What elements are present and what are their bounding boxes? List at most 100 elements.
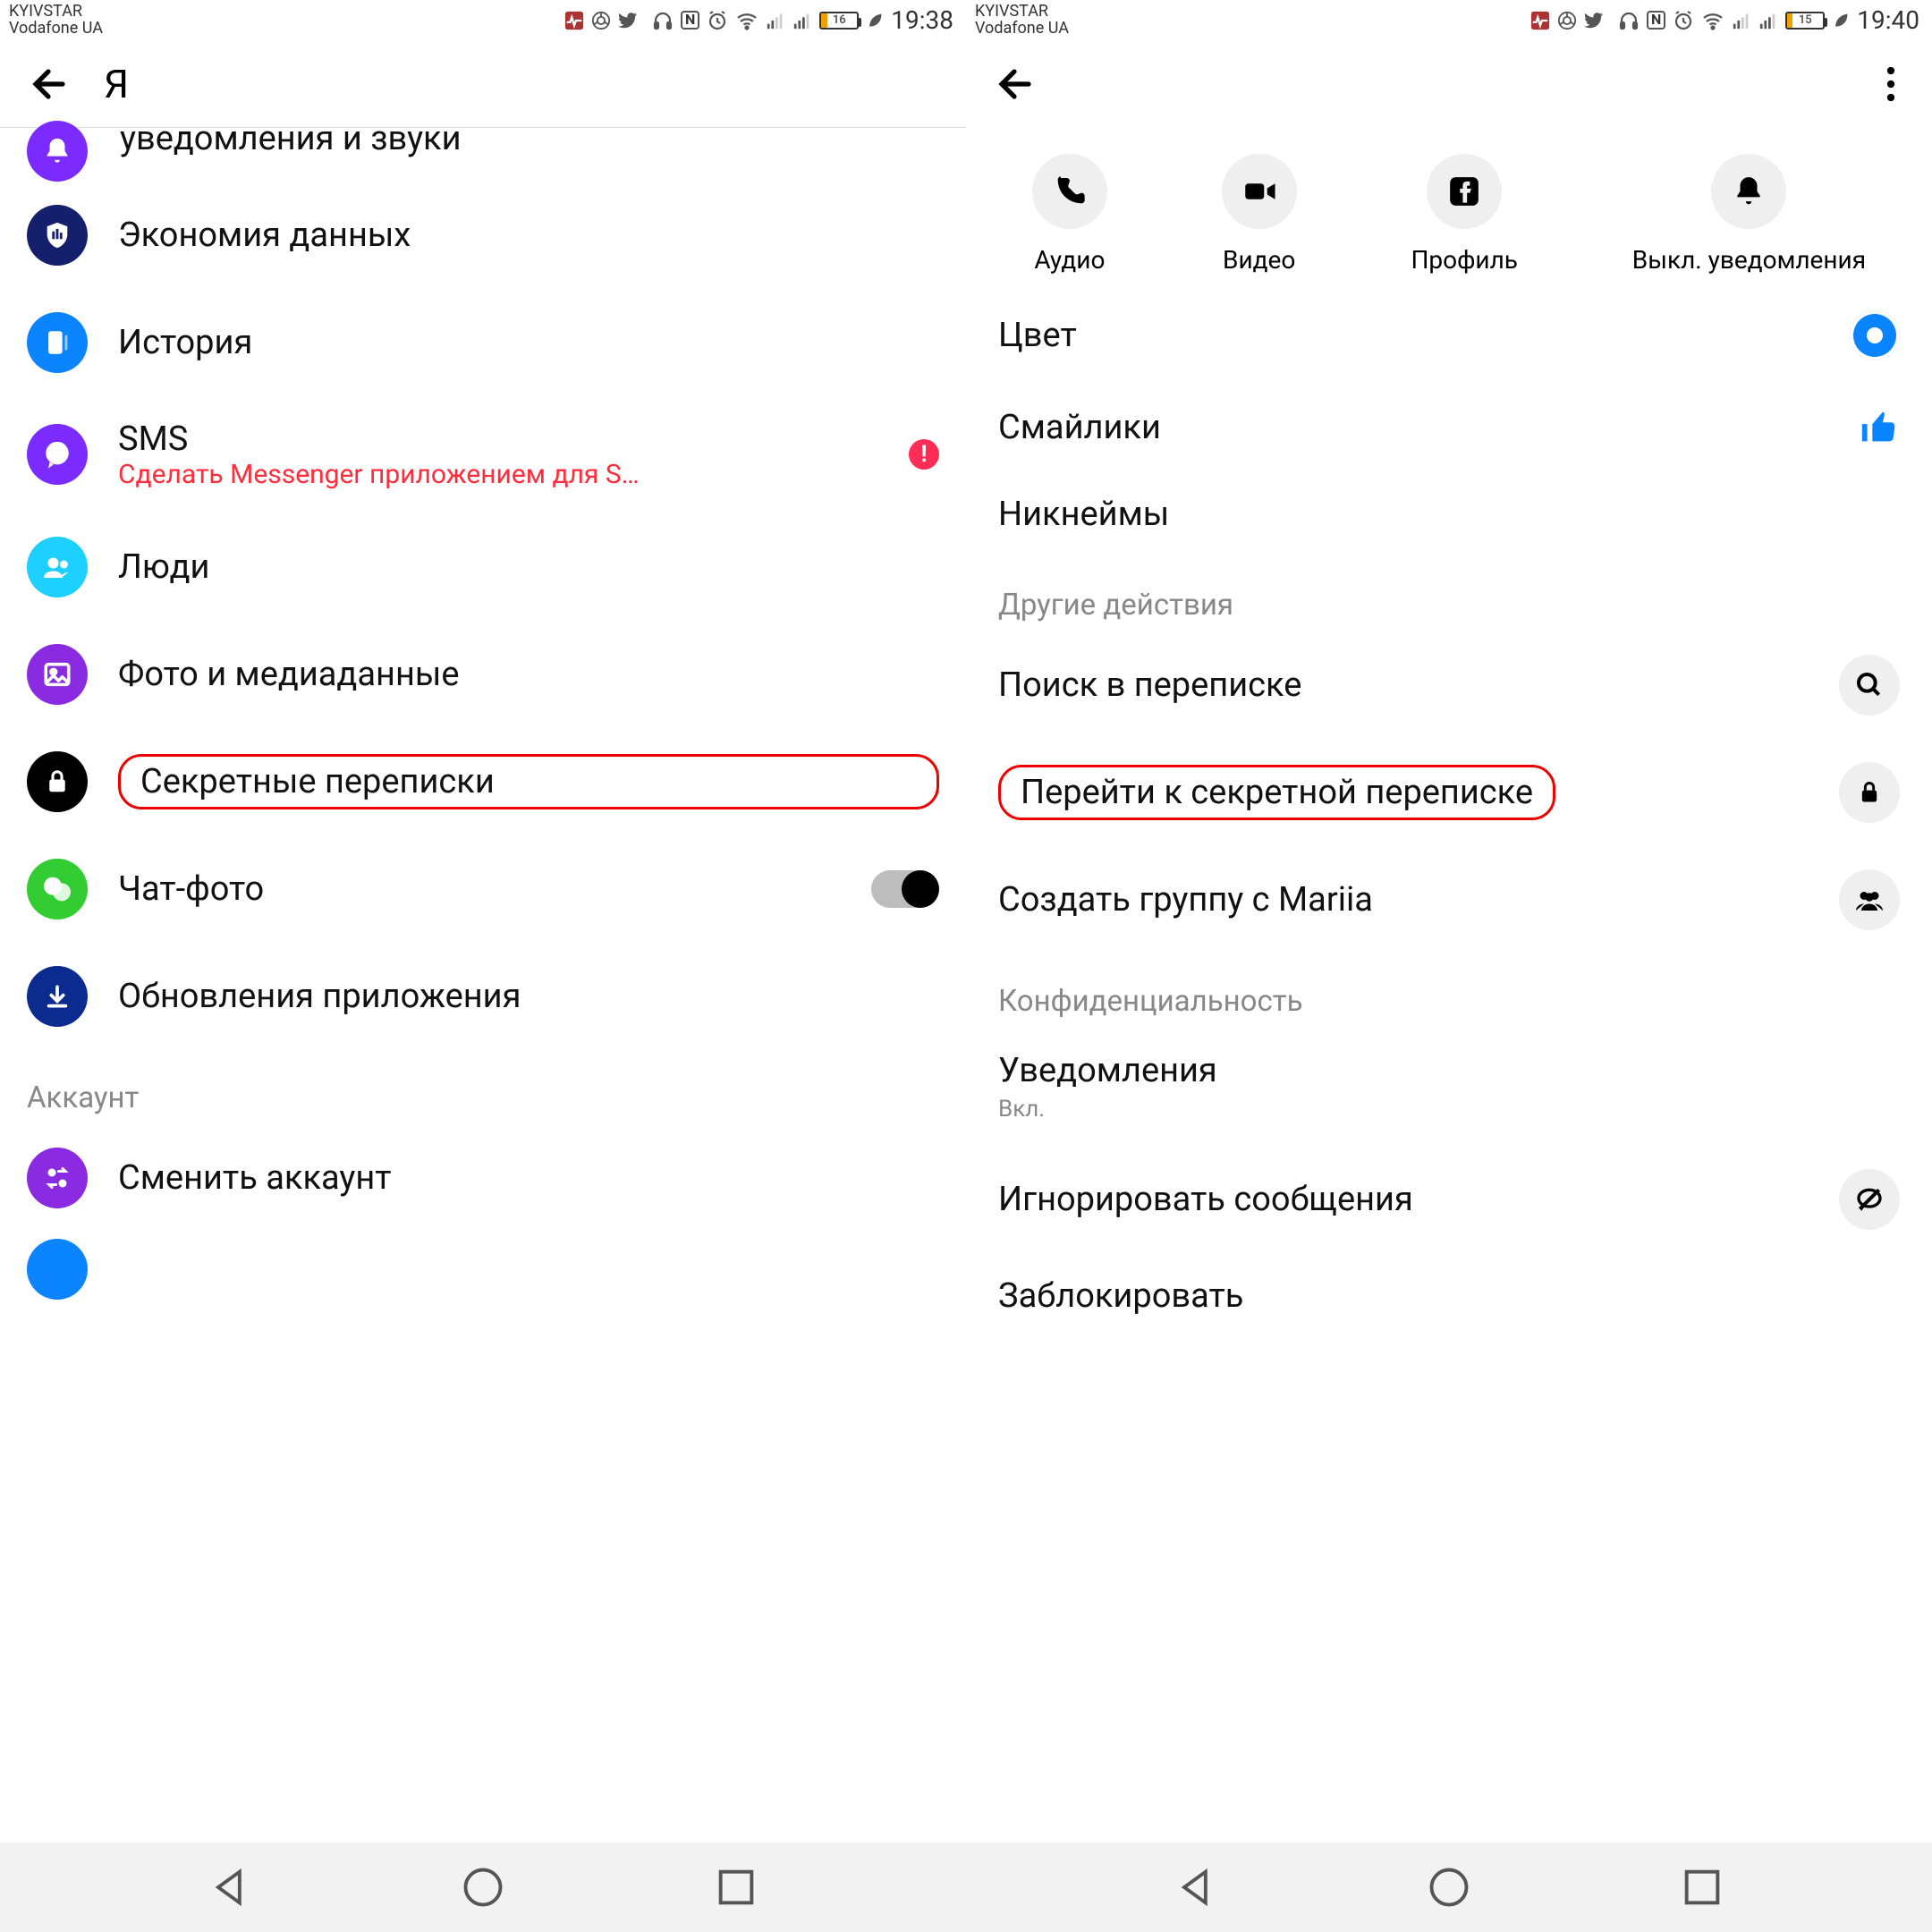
ignore-label: Игнорировать сообщения (998, 1180, 1413, 1219)
secret-chats-highlight: Секретные переписки (118, 754, 939, 809)
nav-back[interactable] (207, 1864, 253, 1911)
block-label: Заблокировать (998, 1276, 1243, 1316)
search-label: Поиск в переписке (998, 665, 1301, 705)
group-icon (1839, 869, 1900, 930)
audio-call-shortcut[interactable]: Аудио (1032, 154, 1107, 275)
people-icon (27, 537, 88, 597)
search-icon (1839, 655, 1900, 716)
wifi-icon (1701, 10, 1724, 31)
screen-settings: KYIVSTAR Vodafone UA N (0, 0, 966, 1843)
switch-icon (27, 1148, 88, 1208)
more-button[interactable] (1871, 66, 1911, 102)
screen-conversation-details: KYIVSTAR Vodafone UA N (966, 0, 1932, 1843)
switch-account-label: Сменить аккаунт (118, 1158, 939, 1198)
status-bar: KYIVSTAR Vodafone UA N (966, 0, 1932, 41)
sms-sub: Сделать Messenger приложением для S… (118, 459, 878, 490)
back-button[interactable] (21, 59, 79, 109)
ignore-icon (1839, 1169, 1900, 1230)
photos-label: Фото и медиаданные (118, 655, 939, 694)
sms-bubble-icon (27, 424, 88, 485)
lock-icon (27, 751, 88, 812)
section-privacy: Конфиденциальность (966, 953, 1932, 1028)
people-label: Люди (118, 547, 939, 587)
search-conversation-item[interactable]: Поиск в переписке (966, 631, 1932, 739)
alarm-icon (1673, 10, 1694, 31)
bell-icon (1711, 154, 1786, 229)
history-label: История (118, 323, 939, 362)
partial-icon (27, 1239, 88, 1300)
heartrate-icon (1530, 11, 1550, 30)
go-secret-item[interactable]: Перейти к секретной переписке (966, 739, 1932, 846)
section-account: Аккаунт (0, 1050, 966, 1124)
alert-icon: ! (909, 439, 939, 470)
thumbs-up-icon (1859, 407, 1900, 448)
video-call-shortcut[interactable]: Видео (1222, 154, 1297, 275)
go-secret-label: Перейти к секретной переписке (1021, 773, 1533, 812)
emoji-item[interactable]: Смайлики (966, 384, 1932, 471)
partial-item[interactable] (0, 1232, 966, 1323)
sms-item[interactable]: SMS Сделать Messenger приложением для S…… (0, 396, 966, 513)
battery-icon: 16 (819, 12, 859, 30)
mute-label: Выкл. уведомления (1632, 245, 1866, 275)
twitter-icon (1584, 11, 1604, 30)
app-updates-item[interactable]: Обновления приложения (0, 943, 966, 1050)
color-item[interactable]: Цвет (966, 287, 1932, 384)
nav-home[interactable] (460, 1864, 506, 1911)
create-group-item[interactable]: Создать группу с Mariia (966, 846, 1932, 953)
status-time: 19:38 (891, 7, 953, 33)
chat-heads-toggle[interactable] (871, 870, 939, 908)
notifications-item-cut[interactable]: уведомления и звуки (0, 127, 966, 182)
block-item[interactable]: Заблокировать (966, 1253, 1932, 1339)
chat-heads-item[interactable]: Чат-фото (0, 835, 966, 943)
notifications-sub: Вкл. (998, 1096, 1217, 1123)
section-other: Другие действия (966, 557, 1932, 631)
secret-chats-item[interactable]: Секретные переписки (0, 728, 966, 835)
photos-item[interactable]: Фото и медиаданные (0, 621, 966, 728)
leaf-icon (1832, 12, 1850, 30)
story-icon (27, 312, 88, 373)
system-navigation (0, 1843, 1932, 1932)
nav-recents[interactable] (1679, 1864, 1725, 1911)
nav-back[interactable] (1173, 1864, 1219, 1911)
shield-icon (27, 205, 88, 266)
ignore-item[interactable]: Игнорировать сообщения (966, 1146, 1932, 1253)
lock-icon (1839, 762, 1900, 823)
signal2-icon (792, 11, 812, 30)
image-icon (27, 644, 88, 705)
video-label: Видео (1223, 245, 1295, 275)
notifications-item[interactable]: Уведомления Вкл. (966, 1028, 1932, 1146)
data-saver-item[interactable]: Экономия данных (0, 182, 966, 289)
chrome-icon (1557, 11, 1577, 30)
profile-label: Профиль (1411, 245, 1518, 275)
phone-icon (1032, 154, 1107, 229)
data-saver-label: Экономия данных (118, 216, 939, 255)
headphones-icon (1618, 10, 1640, 31)
nav-recents[interactable] (713, 1864, 759, 1911)
chat-heads-label: Чат-фото (118, 869, 841, 909)
color-label: Цвет (998, 316, 1077, 355)
people-item[interactable]: Люди (0, 513, 966, 621)
leaf-icon (866, 12, 884, 30)
status-time: 19:40 (1857, 7, 1919, 33)
battery-icon: 15 (1785, 12, 1825, 30)
secret-chats-label: Секретные переписки (140, 762, 495, 801)
color-swatch-icon (1850, 310, 1900, 360)
profile-shortcut[interactable]: Профиль (1411, 154, 1518, 275)
chat-heads-icon (27, 859, 88, 919)
back-button[interactable] (987, 59, 1045, 109)
carrier2: Vodafone UA (9, 21, 103, 38)
notifications-label: Уведомления (998, 1051, 1217, 1090)
heartrate-icon (564, 11, 584, 30)
status-bar: KYIVSTAR Vodafone UA N (0, 0, 966, 41)
nicknames-item[interactable]: Никнеймы (966, 471, 1932, 557)
mute-shortcut[interactable]: Выкл. уведомления (1632, 154, 1866, 275)
signal1-icon (1732, 11, 1751, 30)
download-icon (27, 966, 88, 1027)
signal1-icon (766, 11, 785, 30)
sms-label: SMS (118, 419, 878, 459)
video-icon (1222, 154, 1297, 229)
nav-home[interactable] (1426, 1864, 1472, 1911)
history-item[interactable]: История (0, 289, 966, 396)
switch-account-item[interactable]: Сменить аккаунт (0, 1124, 966, 1232)
chrome-icon (591, 11, 611, 30)
